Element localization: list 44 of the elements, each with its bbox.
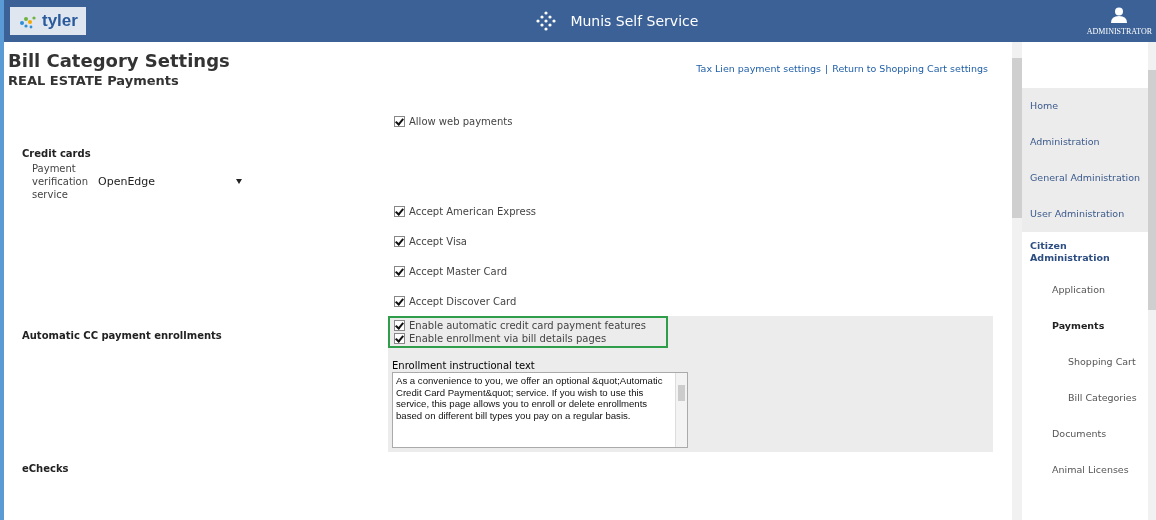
text-area[interactable]: As a convenience to you, we offer an optional &quot;Automatic Credit Card Payment&quot; service. If you wish to use this service, this page allows you to enroll or delete enrollments based on different bill types you pay on a regular basis.	[392, 372, 688, 448]
settings-link[interactable]: Tax Lien payment settings	[696, 63, 822, 74]
user-menu[interactable]: ADMINISTRATOR	[1086, 6, 1152, 36]
checkbox-option[interactable]: Enable enrollment via bill details pages	[394, 333, 662, 344]
nav-item[interactable]: User Administration	[1022, 196, 1148, 232]
scrollbar[interactable]	[675, 373, 687, 447]
checkbox-option[interactable]: Accept Discover Card	[394, 295, 517, 307]
checkbox[interactable]	[394, 235, 405, 247]
app-title: Munis Self Service	[570, 13, 699, 29]
logo[interactable]: tyler	[10, 7, 86, 35]
nav-item[interactable]: General Administration	[1022, 160, 1148, 196]
checkbox[interactable]	[394, 320, 405, 331]
field-label: Payment verification service	[32, 162, 89, 200]
checkbox[interactable]	[394, 295, 405, 307]
checkbox[interactable]	[394, 205, 405, 217]
checkbox-option[interactable]: Accept Visa	[394, 235, 467, 247]
checkbox-option[interactable]: Accept Master Card	[394, 265, 507, 277]
link-separator: |	[825, 63, 829, 74]
user-icon	[1111, 6, 1128, 23]
caret-icon	[236, 178, 243, 184]
scrollbar[interactable]	[1012, 42, 1022, 520]
checkbox-option[interactable]: Allow web payments	[394, 115, 513, 127]
page-subtitle: REAL ESTATE Payments	[8, 73, 180, 88]
nav-item[interactable]: Application	[1022, 272, 1148, 308]
checkbox-option[interactable]: Enable automatic credit card payment features	[394, 320, 662, 331]
nav-item[interactable]: Shopping Cart	[1022, 344, 1148, 380]
section-heading: Automatic CC payment enrollments	[22, 330, 222, 341]
nav-item[interactable]: Payments	[1022, 308, 1148, 344]
checkbox-option[interactable]: Accept American Express	[394, 205, 537, 217]
page-title: Bill Category Settings	[8, 50, 230, 71]
checkbox[interactable]	[394, 333, 405, 344]
section-heading: eChecks	[22, 462, 69, 474]
nav-item[interactable]: Bill Categories	[1022, 380, 1148, 416]
nav-item[interactable]: Home	[1022, 88, 1148, 124]
settings-link[interactable]: Return to Shopping Cart settings	[832, 63, 988, 74]
nav-item[interactable]: Administration	[1022, 124, 1148, 160]
field-label: Enrollment instructional text	[392, 360, 536, 371]
nav-item[interactable]: Documents	[1022, 416, 1148, 452]
nav-item[interactable]: Animal Licenses	[1022, 452, 1148, 488]
checkbox[interactable]	[394, 115, 405, 127]
nav-item[interactable]: Citizen Administration	[1022, 232, 1148, 272]
checkbox[interactable]	[394, 265, 405, 277]
scrollbar[interactable]	[1148, 42, 1156, 520]
section-heading: Credit cards	[22, 147, 91, 159]
